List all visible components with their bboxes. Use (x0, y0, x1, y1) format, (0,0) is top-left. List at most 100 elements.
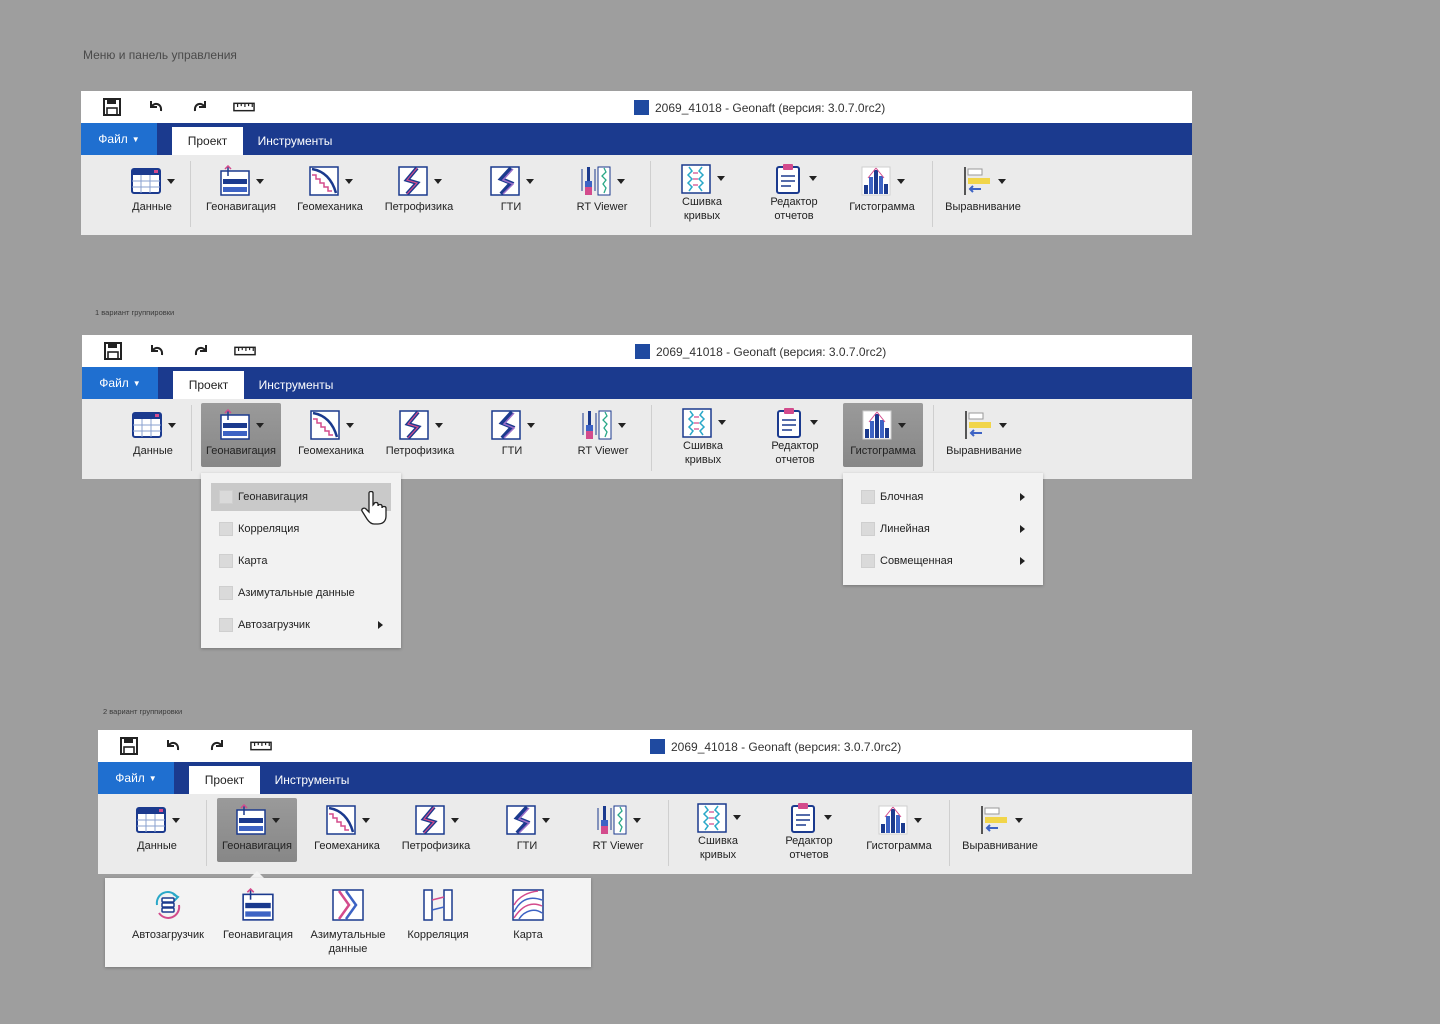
variant2-caption: 2 вариант группировки (103, 707, 183, 716)
geonavigation-button-pressed[interactable]: Геонавигация (217, 798, 297, 862)
redo-icon[interactable] (206, 736, 228, 756)
menu-item-block[interactable]: Блочная (853, 483, 1033, 511)
alignment-icon (978, 804, 1010, 836)
petrophysics-icon (398, 409, 430, 441)
geomechanics-button[interactable]: Геомеханика (311, 798, 383, 862)
rt-viewer-button[interactable]: RT Viewer (572, 403, 634, 467)
histogram-button-pressed[interactable]: Гистограмма (843, 403, 923, 467)
alignment-label: Выравнивание (945, 201, 1021, 213)
window-title-text: 2069_41018 - Geonaft (версия: 3.0.7.0rc2… (671, 739, 902, 754)
undo-icon[interactable] (146, 341, 168, 361)
gti-button[interactable]: ГТИ (497, 798, 557, 862)
dropdown-caret-icon (717, 420, 726, 425)
alignment-button[interactable]: Выравнивание (943, 159, 1023, 223)
data-icon (135, 804, 167, 836)
dropdown-caret-icon (809, 420, 818, 425)
undo-icon[interactable] (162, 736, 184, 756)
geomechanics-button[interactable]: Геомеханика (295, 403, 367, 467)
report-editor-icon (772, 163, 804, 195)
ruler-icon[interactable] (250, 736, 272, 756)
rt-viewer-button[interactable]: RT Viewer (587, 798, 649, 862)
menu-item-linear[interactable]: Линейная (853, 515, 1033, 543)
stitch-curves-button[interactable]: Сшивка кривых (670, 403, 736, 467)
file-menu-button[interactable]: Файл ▼ (81, 123, 157, 155)
rt-viewer-label: RT Viewer (576, 201, 628, 213)
save-icon[interactable] (118, 736, 140, 756)
dropdown-caret-icon (541, 817, 550, 823)
geonavigation-button-pressed[interactable]: Геонавигация (201, 403, 281, 467)
stitch-curves-icon (696, 802, 728, 834)
map-icon (511, 888, 545, 922)
gallery-item-autoloader[interactable]: Автозагрузчик (123, 888, 213, 942)
geonavigation-label: Геонавигация (222, 840, 292, 852)
histogram-label: Гистограмма (849, 201, 915, 213)
data-button[interactable]: Данные (124, 798, 190, 862)
alignment-button[interactable]: Выравнивание (944, 403, 1024, 467)
redo-icon[interactable] (190, 341, 212, 361)
geomechanics-button[interactable]: Геомеханика (294, 159, 366, 223)
dropdown-caret-icon (808, 176, 817, 181)
dropdown-caret-icon (998, 422, 1007, 428)
alignment-button[interactable]: Выравнивание (960, 798, 1040, 862)
window-title: 2069_41018 - Geonaft (версия: 3.0.7.0rc2… (634, 100, 885, 115)
data-button[interactable]: Данные (120, 403, 186, 467)
menu-item-combined[interactable]: Совмещенная (853, 547, 1033, 575)
tab-tools[interactable]: Инструменты (254, 371, 338, 399)
save-icon[interactable] (101, 97, 123, 117)
tab-tools[interactable]: Инструменты (253, 127, 337, 155)
alignment-label: Выравнивание (946, 445, 1022, 457)
gallery-item-label: Карта (513, 929, 543, 941)
stitch-curves-button[interactable]: Сшивка кривых (685, 798, 751, 862)
histogram-button[interactable]: Гистограмма (846, 159, 918, 223)
geonavigation-button[interactable]: Геонавигация (201, 159, 281, 223)
gti-button[interactable]: ГТИ (482, 403, 542, 467)
petrophysics-button[interactable]: Петрофизика (400, 798, 472, 862)
rt-viewer-button[interactable]: RT Viewer (571, 159, 633, 223)
tab-project[interactable]: Проект (172, 127, 243, 155)
gallery-item-correlation[interactable]: Корреляция (393, 888, 483, 942)
menu-item-autoloader[interactable]: Автозагрузчик (211, 611, 391, 639)
dropdown-caret-icon (716, 176, 725, 181)
stitch-curves-button[interactable]: Сшивка кривых (669, 159, 735, 223)
gallery-item-map[interactable]: Карта (483, 888, 573, 942)
ruler-icon[interactable] (234, 341, 256, 361)
redo-icon[interactable] (189, 97, 211, 117)
petrophysics-button[interactable]: Петрофизика (383, 159, 455, 223)
file-menu-button[interactable]: Файл ▼ (98, 762, 174, 794)
save-icon[interactable] (102, 341, 124, 361)
data-button[interactable]: Данные (119, 159, 185, 223)
geomechanics-label: Геомеханика (297, 201, 363, 213)
tab-project[interactable]: Проект (189, 766, 260, 794)
report-editor-button[interactable]: Редактор отчетов (762, 403, 828, 467)
gallery-item-azimuthal-data[interactable]: Азимутальные данные (303, 888, 393, 956)
ruler-icon[interactable] (233, 97, 255, 117)
petrophysics-button[interactable]: Петрофизика (384, 403, 456, 467)
rt-viewer-label: RT Viewer (592, 840, 644, 852)
file-menu-button[interactable]: Файл ▼ (82, 367, 158, 399)
histogram-icon (860, 165, 892, 197)
window-title-text: 2069_41018 - Geonaft (версия: 3.0.7.0rc2… (655, 100, 886, 115)
geomechanics-icon (309, 409, 341, 441)
histogram-button[interactable]: Гистограмма (863, 798, 935, 862)
ribbon-separator (932, 161, 933, 227)
tab-project[interactable]: Проект (173, 371, 244, 399)
gallery-item-geonavigation[interactable]: Геонавигация (213, 888, 303, 942)
gallery-item-label: Автозагрузчик (132, 929, 204, 941)
dropdown-caret-icon (450, 817, 459, 823)
report-editor-button[interactable]: Редактор отчетов (761, 159, 827, 223)
undo-icon[interactable] (145, 97, 167, 117)
ribbon-separator (190, 161, 191, 227)
menu-item-icon (219, 490, 233, 504)
petrophysics-icon (397, 165, 429, 197)
menu-item-map[interactable]: Карта (211, 547, 391, 575)
submenu-arrow-icon (1020, 557, 1025, 565)
ribbon-separator (933, 405, 934, 471)
report-editor-button[interactable]: Редактор отчетов (776, 798, 842, 862)
ribbon-separator (651, 405, 652, 471)
menu-item-icon (219, 618, 233, 632)
tab-tools[interactable]: Инструменты (270, 766, 354, 794)
gti-button[interactable]: ГТИ (481, 159, 541, 223)
ribbon-separator (668, 800, 669, 866)
ribbon-separator (191, 405, 192, 471)
menu-item-azimuthal-data[interactable]: Азимутальные данные (211, 579, 391, 607)
